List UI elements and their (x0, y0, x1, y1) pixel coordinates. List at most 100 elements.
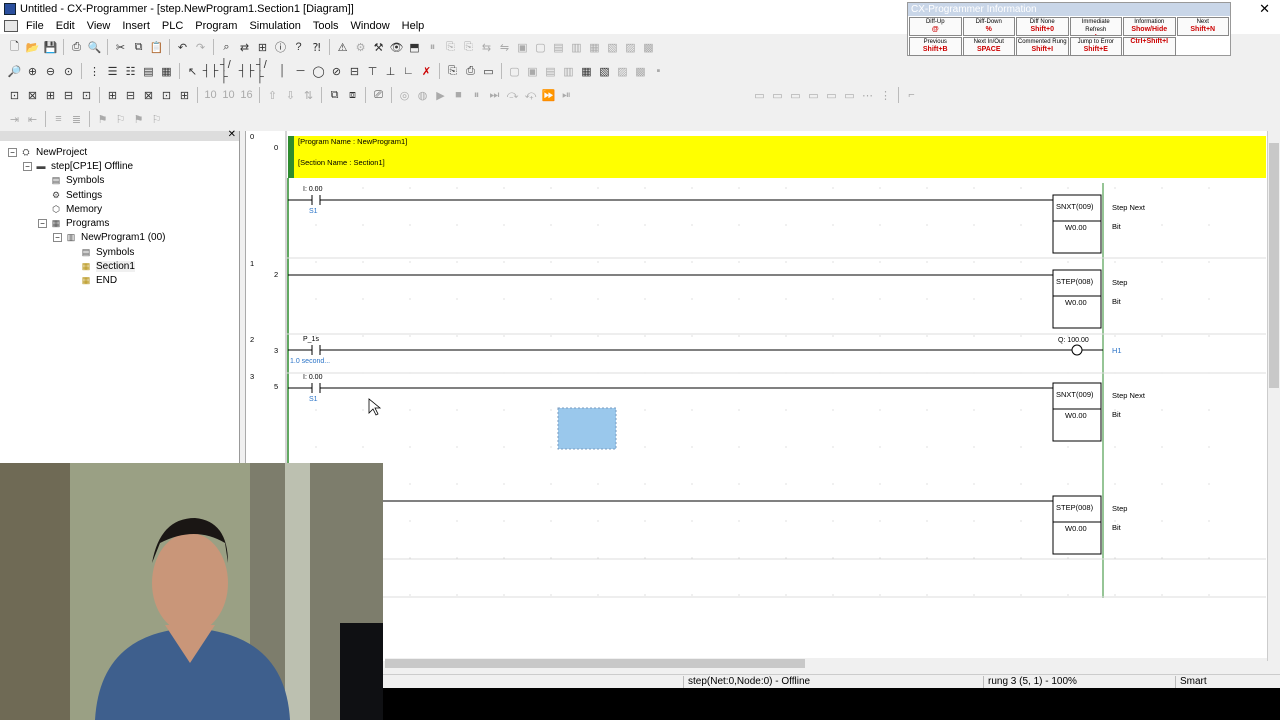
menu-window[interactable]: Window (345, 20, 396, 32)
shortcut-cell[interactable]: Ctrl+Shift+I (1123, 37, 1176, 56)
tree-item[interactable]: ▤ Symbols (0, 174, 239, 188)
new-or-closed-contact-icon[interactable]: ┤/├ (256, 59, 273, 83)
set-icon[interactable]: ▥ (568, 39, 585, 56)
menu-insert[interactable]: Insert (116, 20, 156, 32)
align-right-icon[interactable]: ▭ (787, 87, 804, 104)
output-window-icon[interactable]: ▭ (480, 63, 497, 80)
close-icon[interactable]: ✕ (1259, 1, 1270, 17)
save-icon[interactable]: 💾 (42, 39, 59, 56)
align-left-icon[interactable]: ▭ (751, 87, 768, 104)
line-delete-icon[interactable]: ✗ (418, 63, 435, 80)
tree-item[interactable]: − ▦ Programs (0, 216, 239, 230)
shortcut-cell[interactable]: Commented Rung Shift+I (1016, 37, 1069, 56)
vertical-scrollbar[interactable] (1267, 131, 1280, 661)
shortcut-cell[interactable]: Next In/Out SPACE (962, 37, 1015, 56)
sim-continuous-icon[interactable]: ⏩ (540, 87, 557, 104)
menu-edit[interactable]: Edit (50, 20, 81, 32)
indent-icon[interactable]: ⇥ (6, 111, 23, 128)
shortcut-cell[interactable]: Previous Shift+B (909, 37, 962, 56)
tree-item[interactable]: ⬡ Memory (0, 202, 239, 216)
new-vertical-icon[interactable]: │ (274, 63, 291, 80)
sim-setting-icon[interactable]: ⊡ (158, 87, 175, 104)
force-off-icon[interactable]: ▢ (532, 39, 549, 56)
address-reference-icon[interactable]: ⊞ (254, 39, 271, 56)
new-closed-contact-icon[interactable]: ┤/├ (220, 59, 237, 83)
bookmark-next-icon[interactable]: ⚐ (112, 111, 129, 128)
download-icon[interactable]: ⇩ (282, 87, 299, 104)
verify-icon[interactable]: ⇅ (300, 87, 317, 104)
stop-icon[interactable]: ⏸ (424, 39, 441, 56)
tree-item[interactable]: − ▥ NewProgram1 (00) (0, 231, 239, 245)
online-edit-icon[interactable]: ⎘ (442, 39, 459, 56)
sim-block-icon[interactable]: ⊞ (42, 87, 59, 104)
horizontal-scrollbar[interactable] (385, 658, 1267, 670)
undo-icon[interactable]: ↶ (174, 39, 191, 56)
monitor-icon[interactable]: ⬒ (406, 39, 423, 56)
tree-item[interactable]: − ▬ step[CP1E] Offline (0, 159, 239, 173)
reset-icon[interactable]: ▦ (586, 39, 603, 56)
sim-comment-icon[interactable]: ⎚ (370, 87, 387, 104)
shortcut-cell[interactable]: Diff None Shift+0 (1016, 17, 1069, 36)
sim-break-icon[interactable]: ◎ (396, 87, 413, 104)
warning-icon[interactable]: ⚠ (334, 39, 351, 56)
tree-collapse-icon[interactable]: − (53, 233, 62, 243)
workspace-close-icon[interactable]: ✕ (228, 129, 236, 140)
shortcut-cell[interactable]: Information Show/Hide (1123, 17, 1176, 36)
tree-item[interactable]: ▤ Symbols (0, 245, 239, 259)
align-bottom-icon[interactable]: ▭ (841, 87, 858, 104)
cross-reference-icon[interactable]: ▣ (524, 63, 541, 80)
sim-diagram-icon[interactable]: ⊠ (24, 87, 41, 104)
tree-collapse-icon[interactable]: − (8, 147, 17, 157)
zoom-in-icon[interactable]: ⊕ (24, 63, 41, 80)
output-coil[interactable] (1071, 344, 1083, 356)
new-horizontal-icon[interactable]: ─ (292, 63, 309, 80)
project-workspace-icon[interactable]: ▦ (578, 63, 595, 80)
sim-io-icon[interactable]: ⊟ (122, 87, 139, 104)
monitor-in-all-icon[interactable]: ▤ (140, 63, 157, 80)
force-cancel-icon[interactable]: ▤ (550, 39, 567, 56)
tree-collapse-icon[interactable]: − (23, 161, 32, 171)
cut-icon[interactable]: ✂ (112, 39, 129, 56)
list-icon[interactable]: ≡ (50, 111, 67, 128)
local-symbols-icon[interactable]: ▪ (650, 63, 667, 80)
new-closed-coil-icon[interactable]: ⊘ (328, 63, 345, 80)
bookmark-clear-icon[interactable]: ⚐ (148, 111, 165, 128)
sim-step-out-icon[interactable]: ⤽ (522, 87, 539, 104)
menu-tools[interactable]: Tools (307, 20, 345, 32)
bookmark-prev-icon[interactable]: ⚑ (130, 111, 147, 128)
distribute-h-icon[interactable]: ⋯ (859, 87, 876, 104)
outdent-icon[interactable]: ⇤ (24, 111, 41, 128)
tree-item[interactable]: − ⛭ NewProject (0, 145, 239, 159)
align-top-icon[interactable]: ▭ (805, 87, 822, 104)
zoom-fit-icon[interactable]: ⊙ (60, 63, 77, 80)
tree-item[interactable]: ▦ Section1 (0, 259, 239, 273)
menu-program[interactable]: Program (189, 20, 243, 32)
print-icon[interactable]: ⎙ (68, 39, 85, 56)
transfer-icon[interactable]: ⇆ (478, 39, 495, 56)
compile-all-icon[interactable]: ⚒ (370, 39, 387, 56)
differential-monitor-icon[interactable]: ▧ (604, 39, 621, 56)
online-edit-cancel-icon[interactable]: ⎘ (460, 39, 477, 56)
shortcut-cell[interactable]: Immediate Refresh! (1069, 17, 1122, 36)
sim-run-icon[interactable]: ▶ (432, 87, 449, 104)
line-connect-icon[interactable]: ∟ (400, 63, 417, 80)
open-folder-icon[interactable]: 📂 (24, 39, 41, 56)
select-mode-icon[interactable]: ↖ (184, 63, 201, 80)
horizontal-scroll-thumb[interactable] (385, 659, 805, 668)
instruction-comment-icon[interactable]: ⎙ (462, 63, 479, 80)
help-icon[interactable]: ? (290, 39, 307, 56)
redo-icon[interactable]: ↷ (192, 39, 209, 56)
new-pt-contact-icon[interactable]: ⊤ (364, 63, 381, 80)
bookmark-icon[interactable]: ⚑ (94, 111, 111, 128)
sim-scan-icon[interactable]: ⏯ (558, 87, 575, 104)
mnemonic-view-icon[interactable]: ▩ (632, 63, 649, 80)
sim-instruction-icon[interactable]: ⊡ (6, 87, 23, 104)
menu-simulation[interactable]: Simulation (243, 20, 306, 32)
output-icon[interactable]: ▧ (596, 63, 613, 80)
shortcut-cell[interactable]: Diff-Up @ (909, 17, 962, 36)
sim-step-in-icon[interactable]: ⏭ (486, 87, 503, 104)
watch-window-icon[interactable]: ▢ (506, 63, 523, 80)
address-ref-tool-icon[interactable]: ▤ (542, 63, 559, 80)
hex10-icon[interactable]: 10 (202, 87, 219, 104)
tree-collapse-icon[interactable]: − (38, 219, 47, 229)
